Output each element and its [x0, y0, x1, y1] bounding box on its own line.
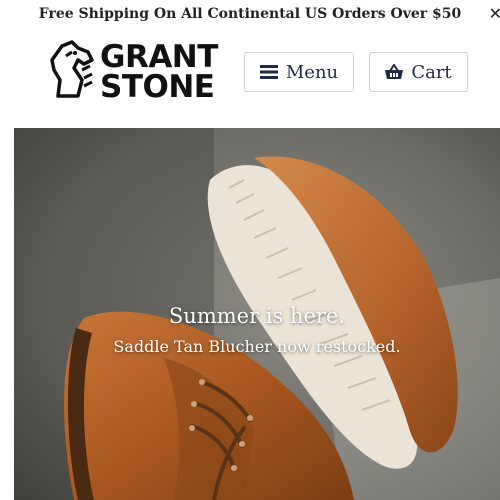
- menu-button-label: Menu: [285, 61, 339, 83]
- site-header: GRANT STONE Menu Cart: [0, 28, 500, 128]
- brand-logo[interactable]: GRANT STONE: [48, 40, 218, 104]
- menu-button[interactable]: Menu: [244, 52, 354, 92]
- basket-icon: [385, 64, 404, 79]
- close-icon[interactable]: ✕: [489, 4, 500, 23]
- hero-title: Summer is here.: [168, 304, 346, 328]
- logo-word-stone: STONE: [100, 69, 215, 105]
- hero-banner[interactable]: Summer is here. Saddle Tan Blucher now r…: [14, 128, 500, 500]
- announcement-text: Free Shipping On All Continental US Orde…: [38, 6, 462, 22]
- hero-subtitle: Saddle Tan Blucher now restocked.: [113, 337, 401, 356]
- hamburger-icon: [259, 65, 278, 79]
- cart-button[interactable]: Cart: [369, 52, 468, 92]
- announcement-bar: Free Shipping On All Continental US Orde…: [0, 0, 500, 28]
- horse-head-logo-icon: [50, 40, 94, 98]
- cart-button-label: Cart: [411, 61, 452, 83]
